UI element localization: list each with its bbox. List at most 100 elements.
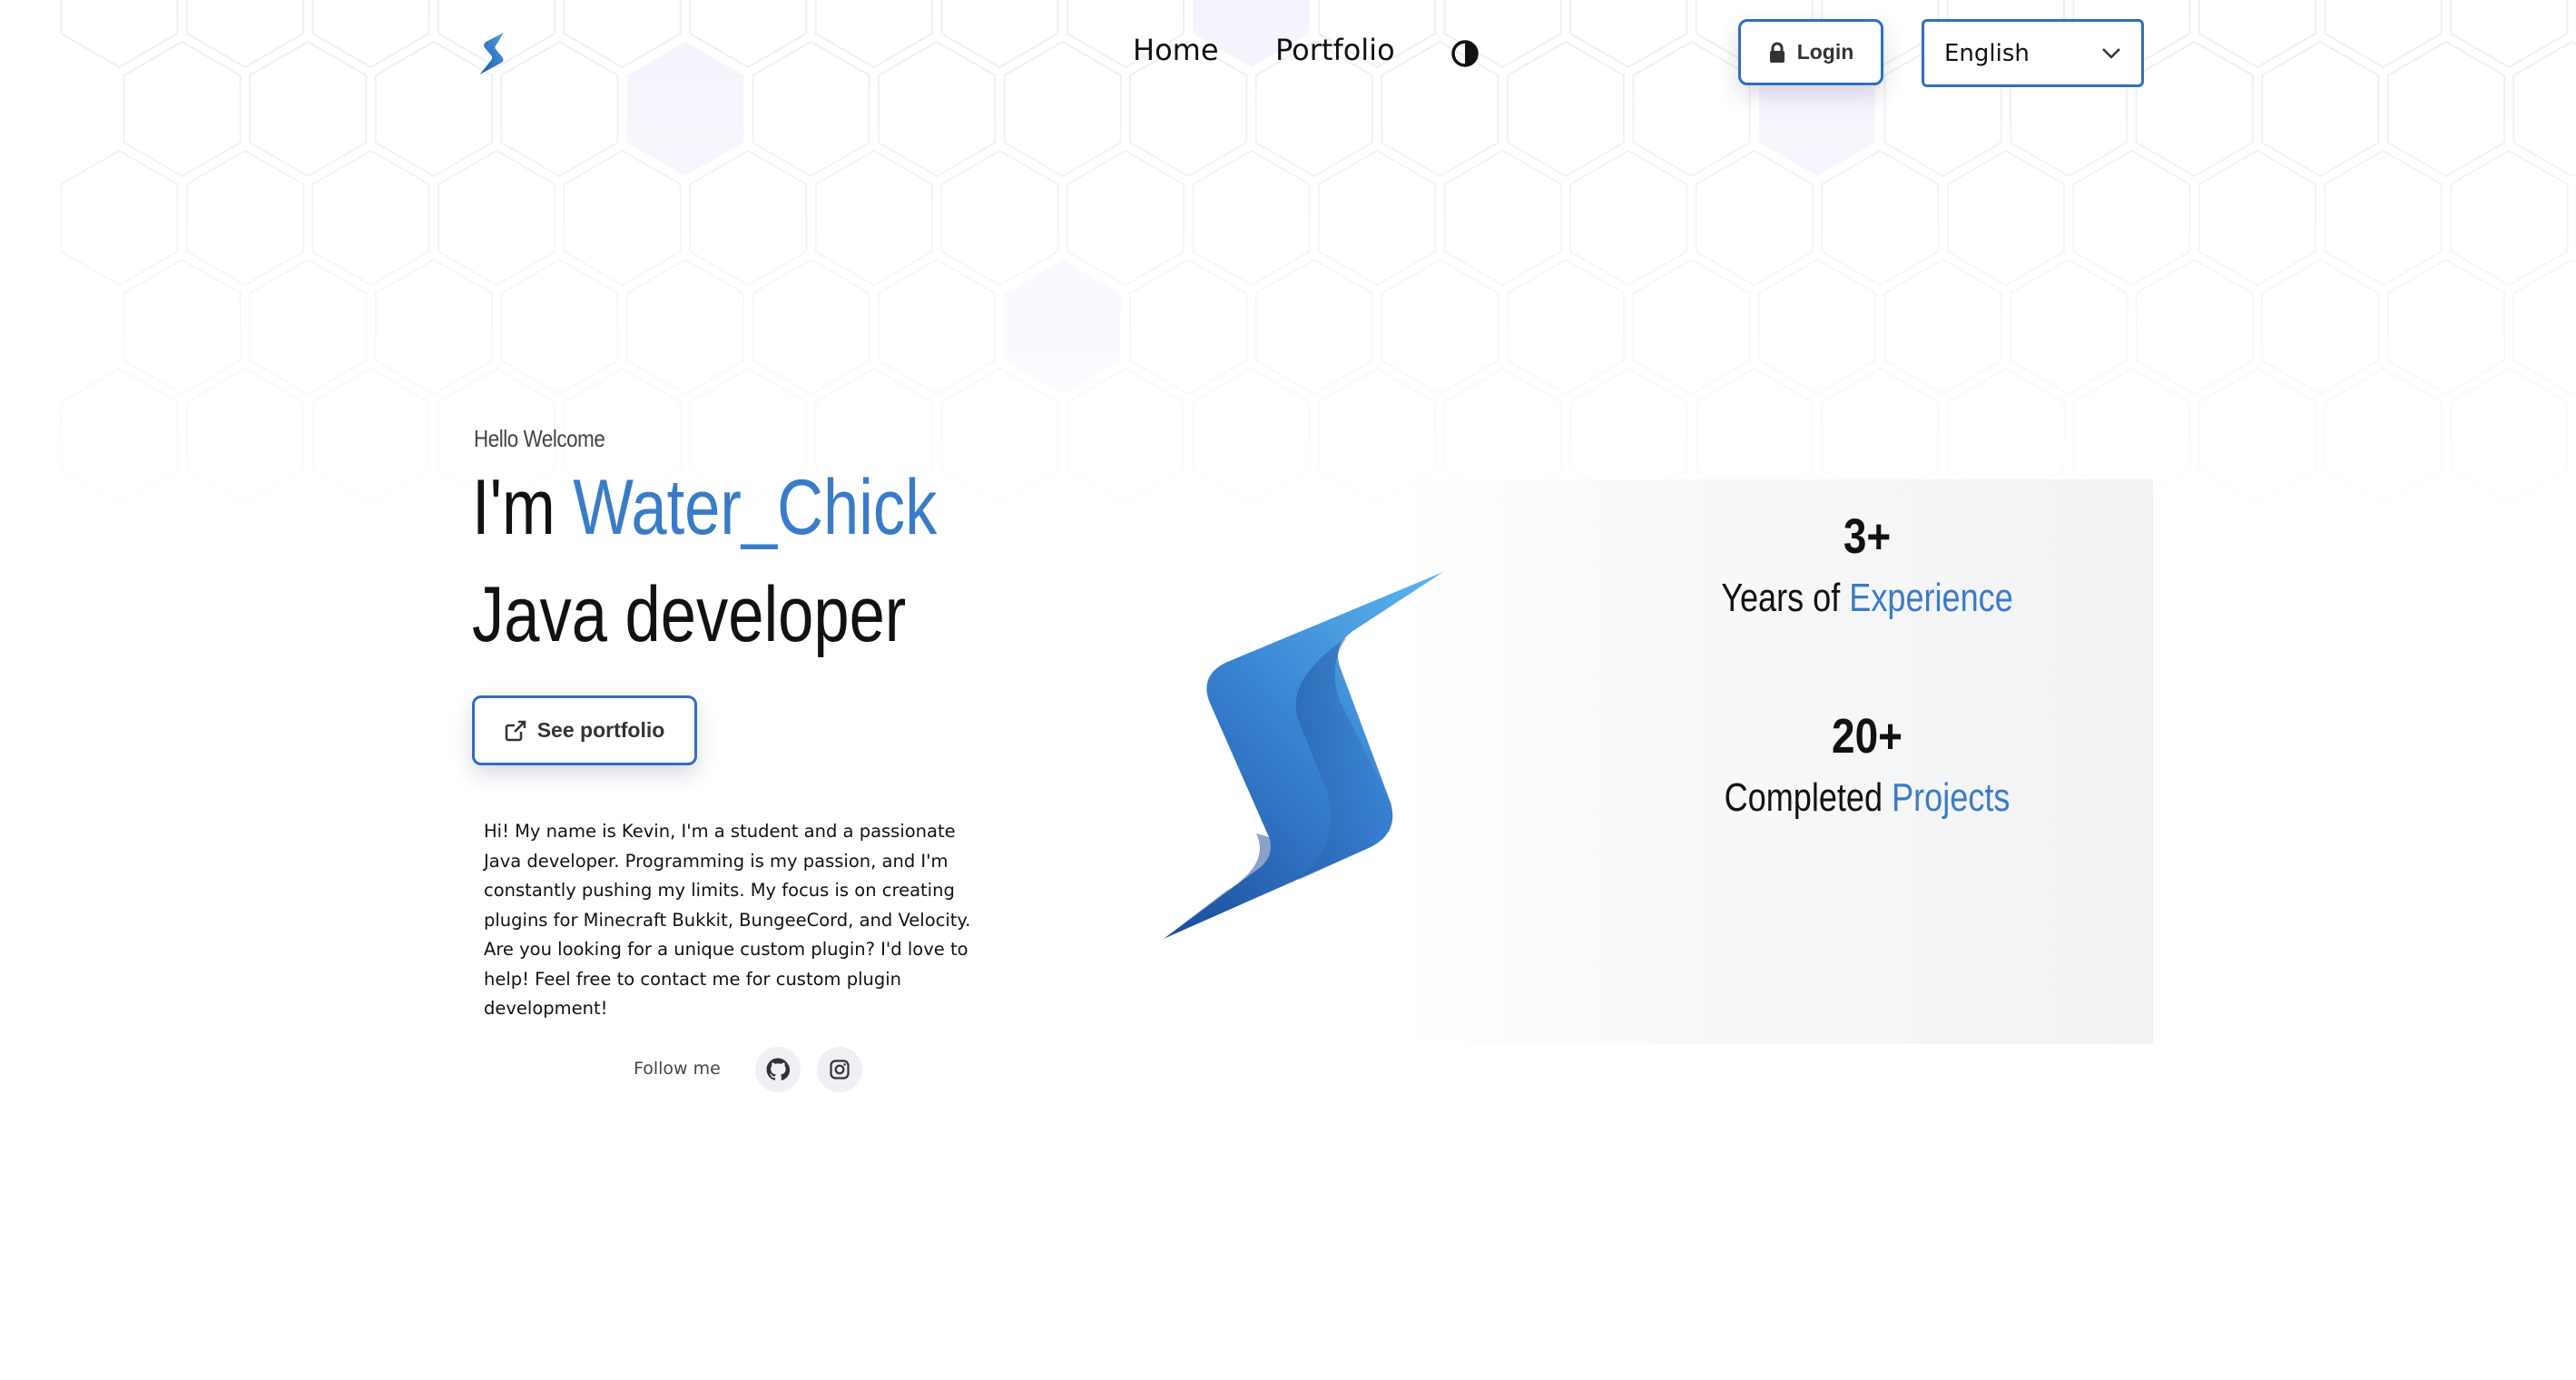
hexagon	[1695, 149, 1814, 287]
instagram-icon	[830, 1060, 850, 1079]
stat-projects-label-accent: Projects	[1892, 775, 2011, 820]
stat-experience-label: Years of Experience	[1681, 576, 2053, 621]
hexagon	[752, 258, 870, 396]
hexagon	[1946, 149, 2065, 287]
github-link[interactable]	[755, 1047, 801, 1092]
contrast-icon[interactable]	[1450, 39, 1480, 68]
hexagon	[1632, 40, 1751, 178]
hexagon	[1821, 149, 1940, 287]
hexagon	[2324, 367, 2443, 505]
hexagon	[60, 149, 179, 287]
hexagon	[2324, 0, 2443, 69]
hexagon	[1569, 0, 1688, 69]
hexagon	[878, 258, 997, 396]
hexagon	[249, 40, 368, 178]
hexagon	[2197, 149, 2317, 287]
hexagon	[1381, 40, 1499, 178]
hexagon	[1758, 258, 1877, 396]
language-select[interactable]: English	[1922, 19, 2144, 87]
hexagon	[626, 42, 744, 176]
hexagon	[2450, 0, 2569, 69]
hexagon	[1003, 40, 1122, 178]
logo[interactable]	[479, 33, 510, 74]
hexagon	[2512, 40, 2576, 178]
bio-text: Hi! My name is Kevin, I'm a student and …	[484, 821, 971, 1019]
hexagon	[1632, 258, 1751, 396]
hexagon	[311, 367, 430, 505]
hexagon	[500, 258, 619, 396]
hexagon	[438, 149, 556, 287]
hexagon	[60, 367, 179, 505]
hexagon	[311, 149, 430, 287]
hexagon	[185, 0, 305, 69]
hexagon	[2197, 367, 2317, 505]
hexagon	[374, 40, 493, 178]
hexagon	[878, 40, 997, 178]
hexagon	[1318, 149, 1437, 287]
hexagon	[2261, 40, 2380, 178]
hero-title: I'm Water_Chick	[472, 465, 937, 551]
greeting: Hello Welcome	[474, 425, 605, 452]
stat-projects-label-plain: Completed	[1724, 775, 1883, 820]
hexagon-background	[60, 0, 2576, 505]
hexagon	[123, 40, 241, 178]
see-portfolio-label: See portfolio	[536, 718, 665, 742]
hero-role: Java developer	[472, 571, 907, 658]
hexagon	[1443, 149, 1562, 287]
hexagon	[500, 40, 619, 178]
hexagon	[2072, 149, 2191, 287]
hexagon	[123, 258, 241, 396]
hexagon	[249, 258, 368, 396]
see-portfolio-button[interactable]: See portfolio	[472, 695, 697, 765]
hexagon	[2135, 40, 2254, 178]
login-button[interactable]: Login	[1738, 19, 1883, 85]
hexagon	[2324, 149, 2443, 287]
nav-portfolio[interactable]: Portfolio	[1275, 33, 1395, 67]
stat-experience-label-accent: Experience	[1849, 576, 2013, 620]
hexagon	[60, 0, 179, 69]
hexagon	[1506, 40, 1625, 178]
hexagon	[185, 149, 305, 287]
lock-icon	[1769, 42, 1785, 63]
external-link-icon	[505, 720, 526, 741]
hero-name: Water_Chick	[573, 464, 938, 551]
nav-home[interactable]: Home	[1133, 33, 1219, 67]
hexagon	[2261, 258, 2380, 396]
follow-label: Follow me	[634, 1059, 721, 1079]
stat-projects-label: Completed Projects	[1681, 775, 2053, 821]
hexagon	[374, 258, 493, 396]
stat-experience-number: 3+	[1843, 509, 1892, 564]
hexagon	[2450, 367, 2569, 505]
hexagon	[2512, 258, 2576, 396]
hexagon	[689, 149, 808, 287]
stat-experience-label-plain: Years of	[1721, 576, 1841, 620]
hexagon	[1506, 258, 1625, 396]
hexagon	[1066, 367, 1185, 505]
hexagon	[563, 149, 682, 287]
hexagon	[940, 367, 1059, 505]
hexagon	[814, 149, 933, 287]
hexagon	[2386, 40, 2505, 178]
hexagon	[1883, 258, 2002, 396]
instagram-link[interactable]	[817, 1047, 862, 1092]
stat-projects-number: 20+	[1832, 709, 1903, 764]
brand-logo-graphic	[1164, 572, 1443, 939]
hexagon	[1569, 149, 1688, 287]
hexagon	[311, 0, 430, 69]
hexagon	[1129, 258, 1248, 396]
hexagon	[2197, 0, 2317, 69]
hexagon	[940, 0, 1059, 69]
hexagon	[1192, 367, 1311, 505]
hexagon	[2386, 258, 2505, 396]
hexagon	[940, 149, 1059, 287]
hexagon	[2450, 149, 2569, 287]
github-icon	[766, 1058, 790, 1081]
language-value: English	[1944, 39, 2030, 67]
chevron-down-icon	[2102, 47, 2120, 59]
hexagon	[1192, 149, 1311, 287]
hexagon	[1004, 260, 1121, 394]
name-prefix: I'm	[472, 464, 556, 551]
hexagon	[1381, 258, 1499, 396]
hexagon	[2135, 258, 2254, 396]
hexagon	[1254, 258, 1373, 396]
